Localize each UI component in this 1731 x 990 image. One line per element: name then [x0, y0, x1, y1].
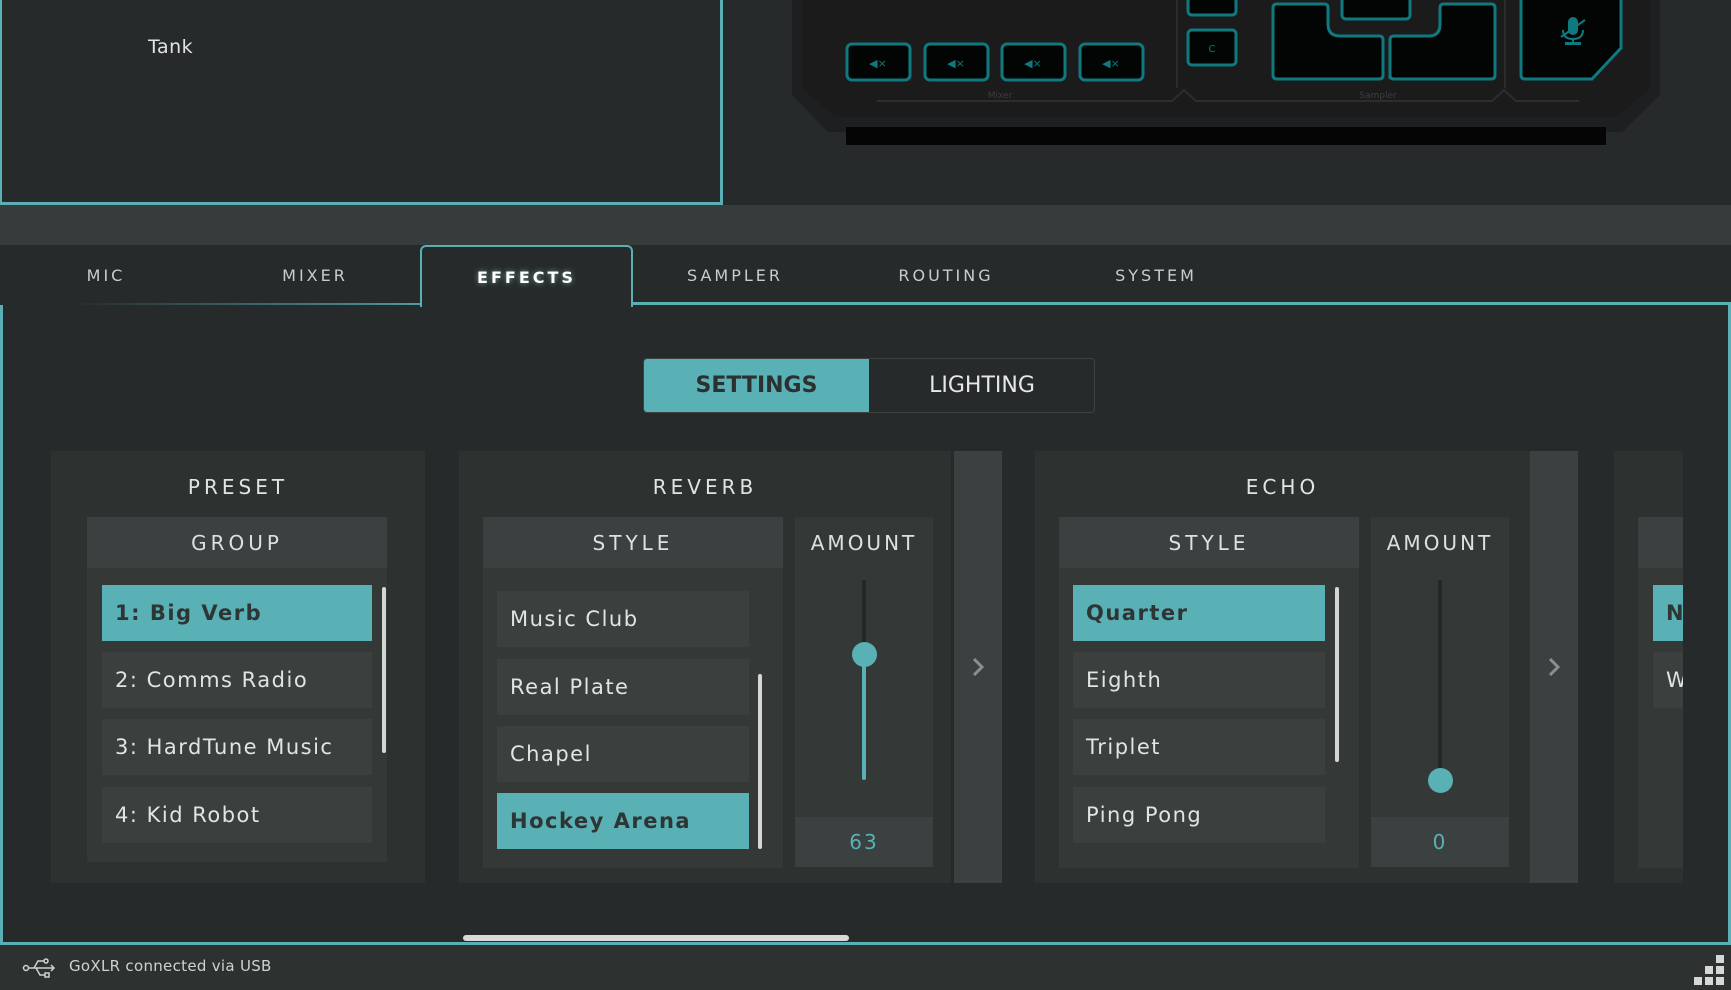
reverb-list-scrollbar[interactable] [758, 674, 762, 849]
preset-info-panel: Tank [0, 0, 723, 205]
tab-routing[interactable]: ROUTING [890, 245, 1002, 305]
group-header: GROUP [87, 517, 387, 568]
next-effect-style-header [1638, 517, 1683, 568]
svg-text:◀×: ◀× [947, 57, 965, 70]
status-bar: GoXLR connected via USB [0, 945, 1731, 990]
reverb-style-item[interactable]: Chapel [497, 726, 749, 782]
chevron-right-icon [972, 657, 985, 677]
preset-item[interactable]: 4: Kid Robot [102, 787, 372, 843]
echo-panel: ECHO STYLE Quarter Eighth Triplet Ping P… [1035, 451, 1530, 883]
device-mute-button-1[interactable]: ◀× [845, 42, 912, 82]
echo-style-item[interactable]: Triplet [1073, 719, 1325, 775]
device-mixer-label: Mixer [988, 91, 1013, 101]
next-effect-style-item[interactable]: N [1653, 585, 1683, 641]
preset-title: PRESET [187, 475, 289, 499]
tab-mic[interactable]: MIC [56, 245, 156, 305]
goxlr-device-illustration: Mixer Sampler ◀× ◀× ◀× ◀× C [792, 0, 1660, 145]
tab-effects[interactable]: EFFECTS [420, 245, 633, 307]
reverb-amount-control: AMOUNT 63 [795, 517, 933, 867]
next-effect-panel-partial: N W [1614, 451, 1683, 883]
echo-amount-header: AMOUNT [1386, 530, 1494, 555]
preset-panel: PRESET GROUP 1: Big Verb 2: Comms Radio … [51, 451, 425, 883]
reverb-next-button[interactable] [954, 451, 1002, 883]
resize-grip-icon[interactable] [1693, 953, 1725, 985]
echo-style-item[interactable]: Eighth [1073, 652, 1325, 708]
reverb-amount-value[interactable]: 63 [795, 817, 933, 867]
connection-status-text: GoXLR connected via USB [69, 957, 272, 975]
svg-text:◀×: ◀× [1024, 57, 1042, 70]
horizontal-scrollbar[interactable] [463, 935, 849, 941]
reverb-style-list: STYLE Music Club Real Plate Chapel Hocke… [483, 517, 783, 868]
reverb-title: REVERB [652, 475, 758, 499]
echo-list-scrollbar[interactable] [1335, 587, 1339, 762]
settings-toggle-button[interactable]: SETTINGS [644, 359, 869, 412]
echo-style-item[interactable]: Ping Pong [1073, 787, 1325, 843]
reverb-amount-slider[interactable] [862, 580, 866, 780]
echo-style-header: STYLE [1059, 517, 1359, 568]
echo-amount-slider[interactable] [1438, 580, 1442, 780]
next-effect-style-list: N W [1638, 517, 1683, 868]
effects-content: SETTINGS LIGHTING PRESET GROUP 1: Big Ve… [0, 305, 1731, 945]
usb-icon [22, 958, 56, 978]
reverb-style-item[interactable]: Hockey Arena [497, 793, 749, 849]
tab-system[interactable]: SYSTEM [1100, 245, 1212, 305]
preset-list-scrollbar[interactable] [382, 587, 386, 753]
tab-sampler[interactable]: SAMPLER [680, 245, 790, 305]
preset-name-label: Tank [148, 36, 194, 58]
preset-group-list: GROUP 1: Big Verb 2: Comms Radio 3: Hard… [87, 517, 387, 862]
next-effect-style-item[interactable]: W [1653, 652, 1683, 708]
echo-style-item[interactable]: Quarter [1073, 585, 1325, 641]
device-graphic: Mixer Sampler ◀× ◀× ◀× ◀× C [792, 0, 1660, 145]
tab-mixer[interactable]: MIXER [260, 245, 370, 305]
echo-amount-value[interactable]: 0 [1371, 817, 1509, 867]
reverb-amount-fill [862, 654, 866, 780]
svg-text:◀×: ◀× [869, 57, 887, 70]
echo-amount-thumb[interactable] [1428, 768, 1453, 793]
preset-item[interactable]: 2: Comms Radio [102, 652, 372, 708]
goxlr-app-window: Tank Mixer Sampler ◀× ◀× ◀× ◀× C MIC MIX… [0, 0, 1731, 990]
reverb-style-item[interactable]: Music Club [497, 591, 749, 647]
device-sampler-bank-button[interactable] [1186, 0, 1238, 17]
lighting-toggle-button[interactable]: LIGHTING [869, 359, 1094, 412]
effects-view-toggle: SETTINGS LIGHTING [643, 358, 1095, 413]
top-divider-strip [0, 205, 1731, 245]
svg-text:C: C [1209, 44, 1216, 55]
reverb-style-header: STYLE [483, 517, 783, 568]
reverb-style-item[interactable]: Real Plate [497, 659, 749, 715]
device-sample-pad-top[interactable] [1340, 0, 1412, 21]
device-sampler-c-button[interactable]: C [1186, 28, 1238, 67]
main-tabs: MIC MIXER EFFECTS SAMPLER ROUTING SYSTEM [0, 245, 1731, 307]
echo-title: ECHO [1245, 475, 1320, 499]
chevron-right-icon [1548, 657, 1561, 677]
preset-item[interactable]: 1: Big Verb [102, 585, 372, 641]
echo-next-button[interactable] [1530, 451, 1578, 883]
reverb-amount-header: AMOUNT [810, 530, 918, 555]
device-sampler-label: Sampler [1359, 91, 1397, 101]
echo-style-list: STYLE Quarter Eighth Triplet Ping Pong [1059, 517, 1359, 868]
reverb-panel: REVERB STYLE Music Club Real Plate Chape… [459, 451, 951, 883]
preset-item[interactable]: 3: HardTune Music [102, 719, 372, 775]
device-mute-button-2[interactable]: ◀× [923, 42, 990, 82]
reverb-amount-thumb[interactable] [852, 642, 877, 667]
device-mute-button-3[interactable]: ◀× [1000, 42, 1067, 82]
svg-text:◀×: ◀× [1102, 57, 1120, 70]
echo-amount-control: AMOUNT 0 [1371, 517, 1509, 867]
device-mute-button-4[interactable]: ◀× [1078, 42, 1145, 82]
